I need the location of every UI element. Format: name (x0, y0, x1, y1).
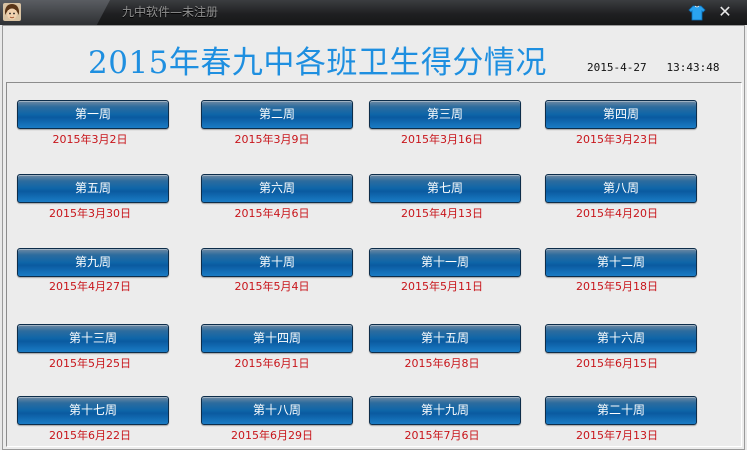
week-date-14: 2015年6月1日 (234, 357, 310, 370)
week-button-9[interactable]: 第九周 (17, 248, 169, 277)
week-date-10: 2015年5月4日 (234, 280, 310, 293)
week-button-20[interactable]: 第二十周 (545, 396, 697, 425)
week-date-18: 2015年6月29日 (231, 429, 313, 442)
current-datetime: 2015-4-27 13:43:48 (587, 61, 719, 74)
week-date-5: 2015年3月30日 (49, 207, 131, 220)
week-date-16: 2015年6月15日 (576, 357, 658, 370)
week-date-13: 2015年5月25日 (49, 357, 131, 370)
week-button-15[interactable]: 第十五周 (369, 324, 521, 353)
current-date: 2015-4-27 (587, 61, 647, 74)
week-button-1[interactable]: 第一周 (17, 100, 169, 129)
week-date-19: 2015年7月6日 (404, 429, 480, 442)
page-title: 2015年春九中各班卫生得分情况 (88, 45, 547, 81)
week-button-18[interactable]: 第十八周 (201, 396, 353, 425)
week-date-1: 2015年3月2日 (52, 133, 128, 146)
week-date-4: 2015年3月23日 (576, 133, 658, 146)
week-button-14[interactable]: 第十四周 (201, 324, 353, 353)
week-button-12[interactable]: 第十二周 (545, 248, 697, 277)
week-date-2: 2015年3月9日 (234, 133, 310, 146)
week-button-6[interactable]: 第六周 (201, 174, 353, 203)
week-button-13[interactable]: 第十三周 (17, 324, 169, 353)
week-date-7: 2015年4月13日 (401, 207, 483, 220)
week-button-4[interactable]: 第四周 (545, 100, 697, 129)
week-button-17[interactable]: 第十七周 (17, 396, 169, 425)
week-button-8[interactable]: 第八周 (545, 174, 697, 203)
week-date-12: 2015年5月18日 (576, 280, 658, 293)
week-button-16[interactable]: 第十六周 (545, 324, 697, 353)
week-button-7[interactable]: 第七周 (369, 174, 521, 203)
week-button-3[interactable]: 第三周 (369, 100, 521, 129)
week-date-9: 2015年4月27日 (49, 280, 131, 293)
week-button-2[interactable]: 第二周 (201, 100, 353, 129)
week-date-17: 2015年6月22日 (49, 429, 131, 442)
week-date-6: 2015年4月6日 (234, 207, 310, 220)
week-date-15: 2015年6月8日 (404, 357, 480, 370)
week-button-11[interactable]: 第十一周 (369, 248, 521, 277)
app-avatar-icon (3, 3, 21, 21)
week-date-3: 2015年3月16日 (401, 133, 483, 146)
close-icon[interactable]: ✕ (714, 2, 736, 22)
week-date-20: 2015年7月13日 (576, 429, 658, 442)
skin-shirt-icon[interactable] (688, 4, 706, 22)
title-bar[interactable]: 九中软件—未注册 ✕ (0, 0, 747, 25)
week-button-19[interactable]: 第十九周 (369, 396, 521, 425)
window-title: 九中软件—未注册 (122, 5, 219, 19)
current-time: 13:43:48 (666, 61, 720, 74)
week-date-11: 2015年5月11日 (401, 280, 483, 293)
week-date-8: 2015年4月20日 (576, 207, 658, 220)
week-button-10[interactable]: 第十周 (201, 248, 353, 277)
week-button-5[interactable]: 第五周 (17, 174, 169, 203)
